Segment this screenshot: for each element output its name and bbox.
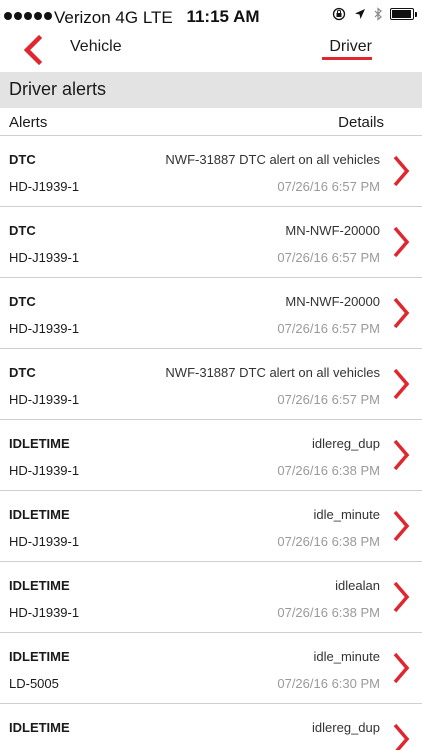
alert-vehicle: HD-J1939-1 [9, 392, 80, 407]
alert-type: DTC [9, 152, 36, 167]
vehicle-tab[interactable]: Vehicle [70, 38, 122, 56]
alert-detail: MN-NWF-20000 [285, 223, 380, 238]
status-icons [332, 7, 417, 21]
alert-row[interactable]: IDLETIME LD-5005 idle_minute 07/26/16 6:… [0, 633, 422, 704]
alert-vehicle: HD-J1939-1 [9, 321, 80, 336]
chevron-right-icon [393, 368, 410, 400]
alert-detail: NWF-31887 DTC alert on all vehicles [165, 365, 380, 380]
column-header: Alerts Details [0, 108, 422, 136]
alert-time: 07/26/16 6:38 PM [277, 463, 380, 478]
alert-row[interactable]: IDLETIME HD-J1939-1 idlereg_dup 07/26/16… [0, 420, 422, 491]
alert-time: 07/26/16 6:30 PM [277, 676, 380, 691]
alert-detail: idle_minute [313, 507, 381, 522]
alert-detail: idlereg_dup [312, 436, 380, 451]
alert-vehicle: LD-5005 [9, 676, 59, 691]
alert-row[interactable]: DTC HD-J1939-1 MN-NWF-20000 07/26/16 6:5… [0, 278, 422, 349]
alert-time: 07/26/16 6:57 PM [277, 179, 380, 194]
chevron-right-icon [393, 652, 410, 684]
chevron-left-icon[interactable] [18, 34, 46, 68]
alert-detail: idlealan [335, 578, 380, 593]
alert-row[interactable]: IDLETIME HD-J1939-1 idlealan 07/26/16 6:… [0, 562, 422, 633]
alert-vehicle: HD-J1939-1 [9, 463, 80, 478]
alert-row[interactable]: DTC HD-J1939-1 NWF-31887 DTC alert on al… [0, 136, 422, 207]
column-details-label: Details [338, 114, 384, 131]
alert-vehicle: HD-J1939-1 [9, 534, 80, 549]
alert-row[interactable]: IDLETIME idlereg_dup [0, 704, 422, 750]
alert-time: 07/26/16 6:38 PM [277, 534, 380, 549]
alert-vehicle: HD-J1939-1 [9, 605, 80, 620]
alert-type: IDLETIME [9, 578, 70, 593]
bluetooth-icon [374, 7, 382, 21]
alert-type: IDLETIME [9, 436, 70, 451]
alert-time: 07/26/16 6:57 PM [277, 250, 380, 265]
column-alerts-label: Alerts [9, 114, 48, 131]
alert-detail: MN-NWF-20000 [285, 294, 380, 309]
section-title: Driver alerts [9, 79, 107, 99]
chevron-right-icon [393, 155, 410, 187]
location-arrow-icon [355, 9, 365, 19]
alert-row[interactable]: DTC HD-J1939-1 NWF-31887 DTC alert on al… [0, 349, 422, 420]
alert-type: DTC [9, 223, 36, 238]
driver-tab-indicator [322, 57, 372, 60]
alert-detail: idle_minute [313, 649, 381, 664]
alert-type: IDLETIME [9, 649, 70, 664]
chevron-right-icon [393, 510, 410, 542]
chevron-right-icon [393, 581, 410, 613]
alert-type: DTC [9, 294, 36, 309]
chevron-right-icon [393, 439, 410, 471]
alert-detail: NWF-31887 DTC alert on all vehicles [165, 152, 380, 167]
alert-vehicle: HD-J1939-1 [9, 250, 80, 265]
alert-type: IDLETIME [9, 720, 70, 735]
alert-vehicle: HD-J1939-1 [9, 179, 80, 194]
alert-type: DTC [9, 365, 36, 380]
alert-time: 07/26/16 6:57 PM [277, 392, 380, 407]
driver-tab[interactable]: Driver [329, 38, 372, 56]
alert-row[interactable]: DTC HD-J1939-1 MN-NWF-20000 07/26/16 6:5… [0, 207, 422, 278]
alert-time: 07/26/16 6:57 PM [277, 321, 380, 336]
alert-list: DTC HD-J1939-1 NWF-31887 DTC alert on al… [0, 136, 422, 750]
section-header: Driver alerts [0, 72, 422, 108]
alert-detail: idlereg_dup [312, 720, 380, 735]
chevron-right-icon [393, 723, 410, 750]
alert-type: IDLETIME [9, 507, 70, 522]
alert-time: 07/26/16 6:38 PM [277, 605, 380, 620]
status-bar: Verizon 4G LTE 11:15 AM [0, 0, 422, 36]
nav-bar: Vehicle Driver [0, 34, 422, 72]
battery-icon [390, 8, 417, 20]
chevron-right-icon [393, 297, 410, 329]
alert-row[interactable]: IDLETIME HD-J1939-1 idle_minute 07/26/16… [0, 491, 422, 562]
rotation-lock-icon [332, 7, 346, 21]
chevron-right-icon [393, 226, 410, 258]
